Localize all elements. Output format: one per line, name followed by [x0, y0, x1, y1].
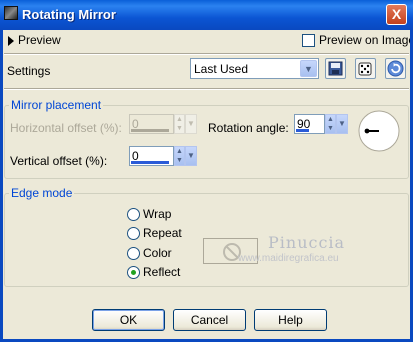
chevron-down-icon[interactable]: ▼	[185, 146, 197, 166]
settings-label: Settings	[7, 64, 51, 78]
down-arrow-icon: ▼	[176, 157, 183, 164]
down-arrow-icon: ▼	[327, 125, 334, 132]
save-disk-icon	[328, 61, 343, 76]
horizontal-offset-spinner[interactable]: 0 ▲ ▼ ▼	[129, 114, 199, 134]
edge-reflect-label[interactable]: Reflect	[143, 265, 180, 279]
edge-color-label[interactable]: Color	[143, 246, 172, 260]
rotation-dial[interactable]	[357, 109, 401, 153]
vertical-offset-label: Vertical offset (%):	[10, 154, 108, 168]
ok-button[interactable]: OK	[92, 309, 165, 331]
edge-color-radio[interactable]	[127, 247, 140, 260]
vertical-offset-stepper[interactable]: ▲ ▼	[174, 146, 185, 166]
dice-icon	[358, 62, 372, 76]
vertical-offset-bar	[131, 161, 169, 164]
preview-toggle-label: Preview	[18, 33, 61, 47]
horizontal-offset-bar	[131, 129, 169, 132]
watermark-name: Pinuccia	[268, 233, 346, 252]
mirror-placement-title: Mirror placement	[9, 98, 104, 112]
up-arrow-icon: ▲	[176, 148, 183, 155]
separator-middle	[4, 88, 409, 90]
rotation-angle-bar	[296, 129, 309, 132]
chevron-down-icon[interactable]: ▼	[185, 114, 197, 134]
preview-on-image-checkbox[interactable]	[302, 34, 315, 47]
edge-repeat-label[interactable]: Repeat	[143, 226, 182, 240]
reset-button[interactable]	[385, 58, 406, 79]
title-bar[interactable]: Rotating Mirror X	[0, 0, 413, 30]
rotation-angle-stepper[interactable]: ▲ ▼	[325, 114, 336, 134]
up-arrow-icon: ▲	[176, 116, 183, 123]
rotation-angle-input[interactable]: 90	[294, 114, 325, 134]
preview-on-image-label[interactable]: Preview on Image	[319, 33, 413, 47]
vertical-offset-spinner[interactable]: 0 ▲ ▼ ▼	[129, 146, 199, 166]
cancel-button[interactable]: Cancel	[173, 309, 246, 331]
rotation-angle-label: Rotation angle:	[208, 121, 289, 135]
randomize-button[interactable]	[355, 58, 376, 79]
settings-preset-value: Last Used	[194, 62, 249, 76]
horizontal-offset-input[interactable]: 0	[129, 114, 174, 134]
save-preset-button[interactable]	[325, 58, 346, 79]
preview-toggle[interactable]: Preview	[8, 33, 61, 47]
close-icon: X	[391, 6, 402, 22]
edge-reflect-radio[interactable]	[127, 266, 140, 279]
close-button[interactable]: X	[386, 4, 407, 25]
separator-top	[4, 53, 409, 55]
chevron-down-icon[interactable]: ▼	[300, 60, 317, 77]
watermark-url: www.maidiregrafica.eu	[238, 253, 339, 264]
edge-repeat-radio[interactable]	[127, 227, 140, 240]
dialog-window: Rotating Mirror X Preview Preview on Ima…	[0, 0, 413, 342]
up-arrow-icon: ▲	[327, 116, 334, 123]
settings-preset-select[interactable]: Last Used ▼	[190, 58, 319, 79]
edge-wrap-label[interactable]: Wrap	[143, 207, 171, 221]
horizontal-offset-stepper[interactable]: ▲ ▼	[174, 114, 185, 134]
help-button[interactable]: Help	[254, 309, 327, 331]
app-icon	[4, 6, 18, 20]
down-arrow-icon: ▼	[176, 125, 183, 132]
vertical-offset-input[interactable]: 0	[129, 146, 174, 166]
expand-triangle-icon	[8, 35, 14, 46]
rotation-angle-spinner[interactable]: 90 ▲ ▼ ▼	[294, 114, 350, 134]
edge-mode-title: Edge mode	[9, 186, 75, 200]
horizontal-offset-label: Horizontal offset (%):	[10, 121, 122, 135]
chevron-down-icon[interactable]: ▼	[336, 114, 348, 134]
edge-wrap-radio[interactable]	[127, 208, 140, 221]
window-title: Rotating Mirror	[22, 7, 116, 22]
reset-icon	[387, 60, 404, 77]
radio-selected-dot	[131, 270, 136, 275]
